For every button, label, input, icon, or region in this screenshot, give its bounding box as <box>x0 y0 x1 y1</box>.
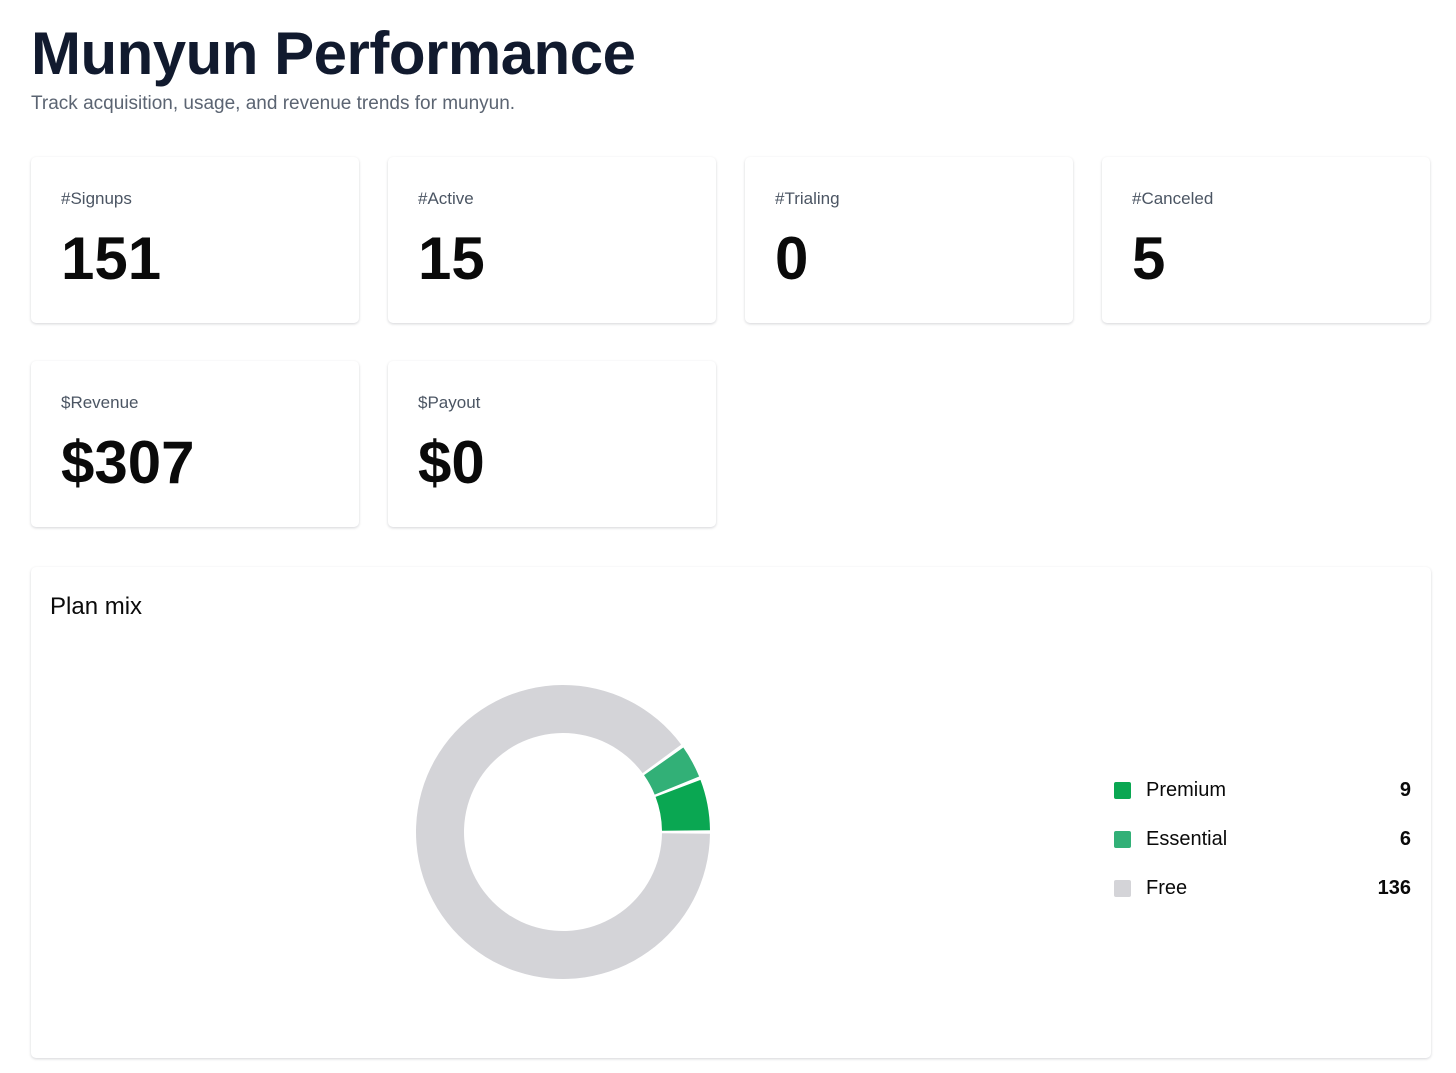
stat-value: 5 <box>1132 225 1166 292</box>
stat-label: $Payout <box>418 393 481 412</box>
stat-label: #Trialing <box>775 189 840 208</box>
stat-card-canceled: #Canceled 5 <box>1102 157 1430 323</box>
legend-value: 6 <box>1399 828 1411 850</box>
stat-label: #Canceled <box>1132 189 1214 208</box>
page-title: Munyun Performance <box>31 20 636 87</box>
legend-value: 9 <box>1399 779 1411 801</box>
page-subtitle: Track acquisition, usage, and revenue tr… <box>31 93 516 114</box>
legend-value: 136 <box>1377 877 1411 899</box>
stat-card-active: #Active 15 <box>388 157 716 323</box>
dashboard-page: Munyun Performance Track acquisition, us… <box>0 0 1456 1073</box>
legend-item-free[interactable]: Free 136 <box>1114 864 1411 913</box>
donut-chart <box>416 685 710 980</box>
legend-swatch <box>1114 880 1131 897</box>
stat-value: $307 <box>61 429 195 496</box>
stat-card-payout: $Payout $0 <box>388 361 716 527</box>
donut-slice-free[interactable] <box>416 685 710 980</box>
chart-title: Plan mix <box>50 593 143 620</box>
stat-card-signups: #Signups 151 <box>31 157 359 323</box>
legend-label: Premium <box>1146 779 1227 801</box>
stat-value: $0 <box>418 429 485 496</box>
plan-mix-panel: Plan mix Premium 9 Essential 6 Free 136 <box>31 567 1431 1058</box>
legend-label: Free <box>1146 877 1188 899</box>
stat-label: #Active <box>418 189 474 208</box>
chart-legend: Premium 9 Essential 6 Free 136 <box>1114 766 1411 913</box>
stat-value: 151 <box>61 225 162 292</box>
legend-label: Essential <box>1146 828 1228 850</box>
stat-card-trialing: #Trialing 0 <box>745 157 1073 323</box>
legend-swatch <box>1114 831 1131 848</box>
legend-item-essential[interactable]: Essential 6 <box>1114 815 1411 864</box>
legend-item-premium[interactable]: Premium 9 <box>1114 766 1411 815</box>
stat-value: 0 <box>775 225 809 292</box>
stat-label: #Signups <box>61 189 132 208</box>
stat-card-revenue: $Revenue $307 <box>31 361 359 527</box>
stat-label: $Revenue <box>61 393 139 412</box>
legend-swatch <box>1114 782 1131 799</box>
stat-value: 15 <box>418 225 485 292</box>
